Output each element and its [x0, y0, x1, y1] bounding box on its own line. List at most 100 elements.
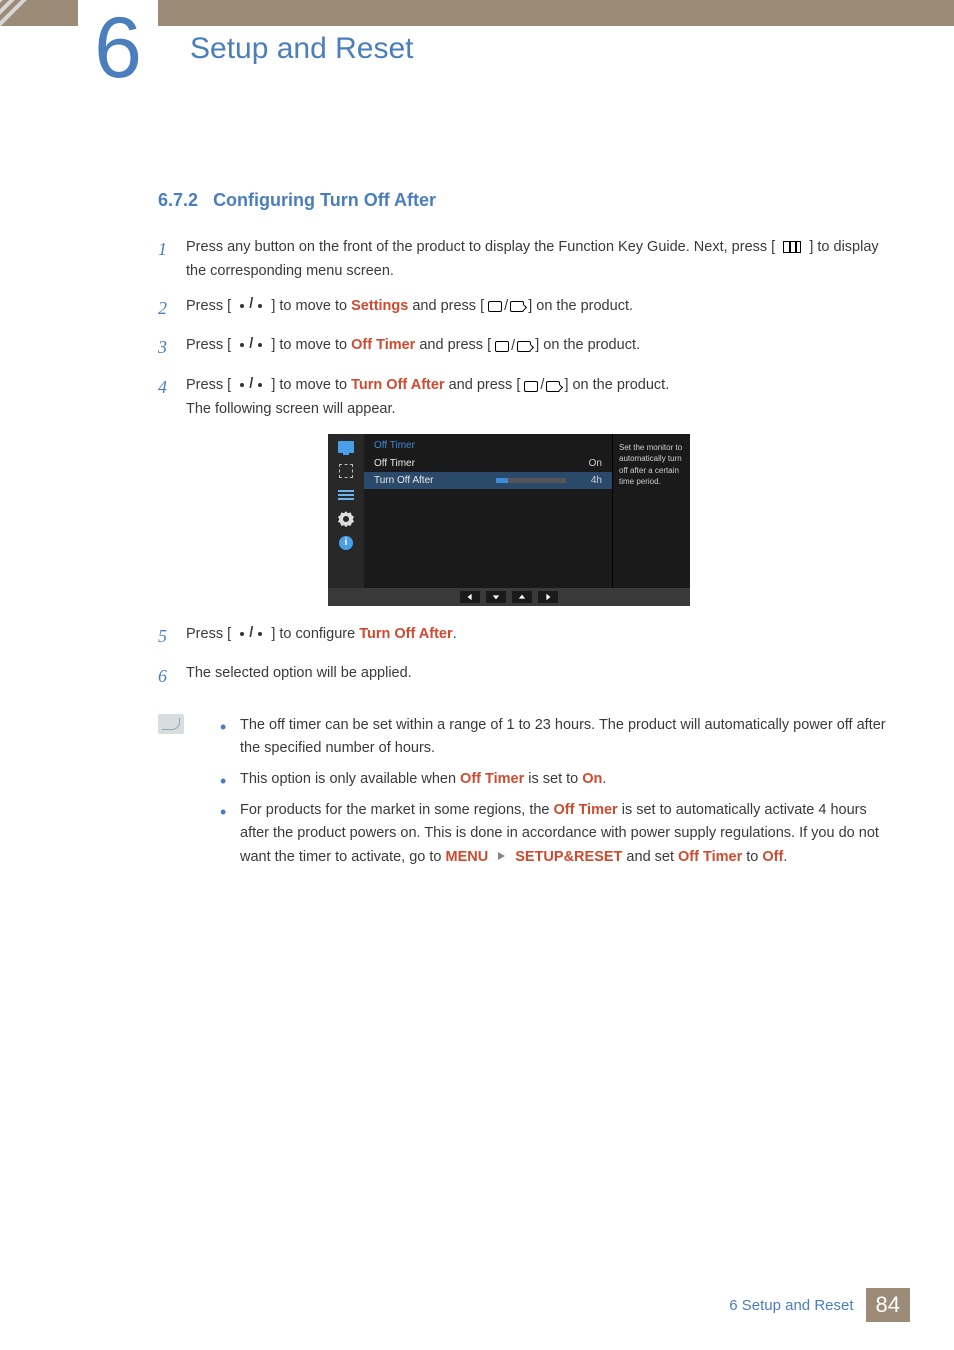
note-item: • The off timer can be set within a rang…	[220, 714, 894, 760]
osd-button-bar	[328, 588, 690, 606]
keyword: Settings	[351, 297, 408, 313]
osd-label: Turn Off After	[374, 475, 496, 486]
step-text: and press [	[415, 337, 491, 353]
keyword: SETUP&RESET	[515, 849, 622, 865]
menu-icon	[779, 235, 805, 259]
bullet-icon: •	[220, 799, 240, 869]
step-number: 6	[158, 662, 186, 692]
osd-main: Off Timer Off Timer On Turn Off After 4h	[364, 434, 612, 588]
chapter-title: Setup and Reset	[190, 32, 414, 66]
step-2: 2 Press [ / ] to move to Settings and pr…	[158, 294, 894, 324]
step-body: Press any button on the front of the pro…	[186, 235, 894, 284]
note-item: • This option is only available when Off…	[220, 768, 894, 791]
step-text: Press [	[186, 626, 231, 642]
page-footer: 6 Setup and Reset 84	[729, 1288, 910, 1322]
osd-up-icon	[512, 591, 532, 603]
nav-dots-icon: /	[235, 377, 267, 393]
osd-screenshot: i Off Timer Off Timer On Turn Off After …	[328, 434, 690, 606]
page-number: 84	[866, 1288, 910, 1322]
bullet-icon: •	[220, 768, 240, 791]
step-number: 2	[158, 294, 186, 324]
keyword: On	[582, 771, 602, 787]
step-5: 5 Press [ / ] to configure Turn Off Afte…	[158, 622, 894, 652]
step-body: Press [ / ] to move to Off Timer and pre…	[186, 333, 894, 363]
note-list: • The off timer can be set within a rang…	[220, 714, 894, 877]
keyword: Off Timer	[678, 849, 742, 865]
step-6: 6 The selected option will be applied.	[158, 662, 894, 692]
note-icon	[158, 714, 184, 734]
osd-label: Off Timer	[374, 458, 574, 469]
section-number: 6.7.2	[158, 190, 198, 210]
step-4: 4 Press [ / ] to move to Turn Off After …	[158, 373, 894, 422]
note-item: • For products for the market in some re…	[220, 799, 894, 869]
bullet-icon: •	[220, 714, 240, 760]
osd-right-icon	[538, 591, 558, 603]
chapter-badge: 6	[78, 0, 158, 100]
osd-title: Off Timer	[364, 438, 612, 455]
step-text: and press [	[408, 297, 484, 313]
step-text: ] on the product.	[564, 377, 669, 393]
note-text: This option is only available when Off T…	[240, 768, 606, 791]
keyword: Turn Off After	[351, 377, 444, 393]
osd-value: On	[574, 458, 602, 469]
nav-dots-icon: /	[235, 626, 267, 642]
step-body: Press [ / ] to move to Turn Off After an…	[186, 373, 894, 422]
osd-help-text: Set the monitor to automatically turn of…	[612, 434, 690, 588]
step-text: ] to move to	[271, 297, 351, 313]
step-number: 1	[158, 235, 186, 284]
step-text: ] on the product.	[528, 297, 633, 313]
step-text: Press [	[186, 337, 231, 353]
keyword: Turn Off After	[359, 626, 452, 642]
step-text: .	[453, 626, 457, 642]
osd-row-offtimer: Off Timer On	[364, 455, 612, 472]
step-text: ] to move to	[271, 377, 351, 393]
picture-icon	[337, 440, 355, 454]
page-content: 6.7.2 Configuring Turn Off After 1 Press…	[158, 190, 894, 877]
keyword: MENU	[446, 849, 489, 865]
screen-icon	[337, 464, 355, 478]
nav-dots-icon: /	[235, 297, 267, 313]
step-text: ] to move to	[271, 337, 351, 353]
step-text: Press [	[186, 297, 231, 313]
osd-value: 4h	[574, 475, 602, 486]
note-block: • The off timer can be set within a rang…	[158, 714, 894, 877]
step-3: 3 Press [ / ] to move to Off Timer and p…	[158, 333, 894, 363]
corner-hatch	[0, 0, 84, 60]
note-text: For products for the market in some regi…	[240, 799, 894, 869]
note-text: The off timer can be set within a range …	[240, 714, 894, 760]
step-text: ] on the product.	[535, 337, 640, 353]
step-text: Press [	[186, 377, 231, 393]
osd-slider	[496, 478, 566, 483]
osd-left-icon	[460, 591, 480, 603]
keyword: Off Timer	[554, 802, 618, 818]
select-icon: /	[524, 374, 560, 398]
osd-nav: i	[328, 434, 364, 588]
nav-dots-icon: /	[235, 337, 267, 353]
keyword: Off Timer	[351, 337, 415, 353]
step-body: Press [ / ] to move to Settings and pres…	[186, 294, 894, 324]
step-body: The selected option will be applied.	[186, 662, 894, 692]
step-number: 4	[158, 373, 186, 422]
footer-text: 6 Setup and Reset	[729, 1297, 853, 1314]
info-icon: i	[337, 536, 355, 550]
step-number: 3	[158, 333, 186, 363]
select-icon: /	[495, 335, 531, 359]
section-title: Configuring Turn Off After	[213, 190, 436, 210]
settings-icon	[337, 512, 355, 526]
osd-down-icon	[486, 591, 506, 603]
chapter-number: 6	[78, 0, 158, 96]
step-text: The following screen will appear.	[186, 401, 396, 417]
step-number: 5	[158, 622, 186, 652]
options-icon	[337, 488, 355, 502]
select-icon: /	[488, 295, 524, 319]
step-text: Press any button on the front of the pro…	[186, 239, 775, 255]
arrow-right-icon	[498, 852, 505, 860]
step-text: and press [	[445, 377, 521, 393]
keyword: Off	[762, 849, 783, 865]
step-1: 1 Press any button on the front of the p…	[158, 235, 894, 284]
section-heading: 6.7.2 Configuring Turn Off After	[158, 190, 894, 211]
step-body: Press [ / ] to configure Turn Off After.	[186, 622, 894, 652]
osd-row-turnoffafter: Turn Off After 4h	[364, 472, 612, 489]
keyword: Off Timer	[460, 771, 524, 787]
step-text: ] to configure	[271, 626, 359, 642]
